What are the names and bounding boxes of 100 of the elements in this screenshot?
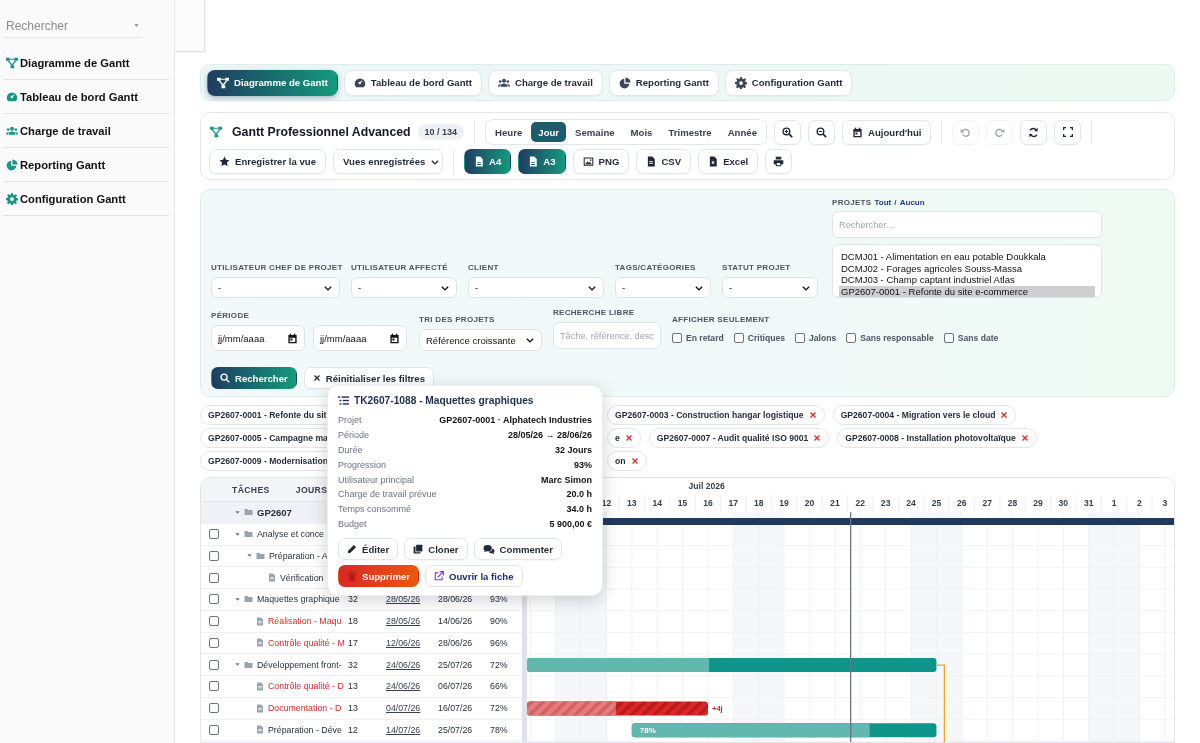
filter-chip[interactable]: GP2607-0007 - Audit qualité ISO 9001 <box>648 428 830 448</box>
tab[interactable]: Reporting Gantt <box>608 69 719 96</box>
scale-tab[interactable]: Semaine <box>568 122 622 142</box>
open-button[interactable]: Ouvrir la fiche <box>425 565 523 588</box>
sort-select[interactable]: Référence croissante <box>419 329 542 351</box>
edit-button[interactable]: Éditer <box>338 538 399 561</box>
checkbox[interactable] <box>208 724 219 735</box>
tab[interactable]: Configuration Gantt <box>724 69 853 96</box>
task-name[interactable]: Contrôle qualité - M <box>268 637 345 648</box>
task-name[interactable]: Analyse et conce <box>257 529 324 540</box>
project-list[interactable]: DCMJ01 - Alimentation en eau potable Doukkala DCMJ02 - Forages agricoles Souss-Massa DCMJ03 - Champ captant industriel Atlas GP2607-0001 - Refonte du site e-commerce <box>832 244 1102 298</box>
date-field[interactable]: jj/mm/aaaa <box>313 325 407 351</box>
save-view-button[interactable]: Enregistrer la vue <box>209 149 327 174</box>
progress-cell: 93% <box>490 594 508 605</box>
start-date-link[interactable]: 14/07/26 <box>386 724 421 735</box>
filter-chip[interactable]: on <box>607 451 647 471</box>
checkbox[interactable] <box>208 681 219 692</box>
filter-chip[interactable]: e <box>607 428 641 448</box>
export-button[interactable]: Excel <box>698 149 759 174</box>
start-date-link[interactable]: 28/05/26 <box>386 616 421 627</box>
checkbox[interactable] <box>208 529 219 540</box>
field-value: 28/05/26 → 28/06/26 <box>507 430 592 441</box>
select-all-link[interactable]: Tout <box>874 198 892 207</box>
project-option[interactable]: DCMJ01 - Alimentation en eau potable Doukkala <box>839 251 1095 263</box>
checkbox[interactable] <box>208 659 219 670</box>
sidebar-item[interactable]: Diagramme de Gantt <box>4 46 169 80</box>
delete-button[interactable]: Supprimer <box>338 565 419 588</box>
export-button[interactable]: PNG <box>572 149 630 174</box>
start-date-link[interactable]: 24/06/26 <box>386 659 421 670</box>
checkbox[interactable] <box>208 703 219 714</box>
checkbox[interactable] <box>943 333 954 343</box>
zoom-out-button[interactable] <box>807 119 835 145</box>
scale-tab[interactable]: Heure <box>488 122 530 142</box>
filter-chip[interactable]: GP2607-0008 - Installation photovoltaïque <box>837 428 1037 448</box>
checkbox[interactable] <box>846 333 857 343</box>
refresh-button[interactable] <box>1020 119 1048 145</box>
export-button[interactable]: A3 <box>518 149 566 174</box>
fullscreen-button[interactable] <box>1054 119 1082 145</box>
sidebar-item[interactable]: Reporting Gantt <box>4 148 169 182</box>
export-button[interactable]: CSV <box>636 149 692 174</box>
task-bar[interactable] <box>527 658 937 673</box>
task-bar[interactable] <box>527 701 708 716</box>
zoom-in-button[interactable] <box>773 119 801 145</box>
select-field[interactable]: - <box>468 277 604 298</box>
sidebar-item[interactable]: Configuration Gantt <box>4 182 169 216</box>
sidebar-item[interactable]: Charge de travail <box>4 114 169 148</box>
project-option[interactable]: DCMJ03 - Champ captant industriel Atlas <box>839 274 1095 286</box>
search-button[interactable]: Rechercher <box>211 367 297 389</box>
checkbox[interactable] <box>208 594 219 605</box>
saved-views-dropdown[interactable]: Vues enregistrées <box>333 149 444 174</box>
checkbox[interactable] <box>208 616 219 627</box>
print-button[interactable] <box>765 149 793 174</box>
task-name[interactable]: Préparation - Déve <box>268 724 342 735</box>
task-name[interactable]: GP2607 <box>257 506 292 518</box>
select-field[interactable]: - <box>722 277 818 298</box>
field-label: Charge de travail prévue <box>338 489 437 500</box>
sidebar-item[interactable]: Tableau de bord Gantt <box>4 80 169 114</box>
select-field[interactable]: - <box>211 277 340 298</box>
checkbox[interactable] <box>733 333 744 343</box>
select-none-link[interactable]: Aucun <box>899 198 925 207</box>
tab[interactable]: Charge de travail <box>487 69 603 96</box>
tab[interactable]: Diagramme de Gantt <box>207 69 338 96</box>
scale-tab[interactable]: Jour <box>531 122 567 142</box>
start-date-link[interactable]: 28/05/26 <box>386 594 421 605</box>
filter-chip[interactable]: GP2607-0004 - Migration vers le cloud <box>832 405 1017 425</box>
checkbox[interactable] <box>672 333 682 343</box>
folder-icon <box>244 530 253 539</box>
tab[interactable]: Tableau de bord Gantt <box>343 69 482 96</box>
task-name[interactable]: Développement front- <box>257 659 342 670</box>
scale-tab[interactable]: Trimestre <box>661 122 719 142</box>
export-button[interactable]: A4 <box>464 149 512 174</box>
filter-chip[interactable]: GP2607-0003 - Construction hangar logistique <box>607 405 825 425</box>
clone-button[interactable]: Cloner <box>404 538 468 561</box>
checkbox[interactable] <box>208 572 219 583</box>
start-date-link[interactable]: 12/06/26 <box>386 637 421 648</box>
task-name[interactable]: Vérification <box>280 572 324 583</box>
task-name[interactable]: Documentation - D <box>268 703 342 714</box>
end-date-cell: 16/07/26 <box>438 703 473 714</box>
checkbox[interactable] <box>208 550 219 561</box>
task-name[interactable]: Préparation - A <box>269 550 328 561</box>
progress-cell: 96% <box>490 637 508 648</box>
scale-tab[interactable]: Année <box>720 122 764 142</box>
duration-cell: 32 <box>348 594 358 605</box>
task-name[interactable]: Réalisation - Maqu <box>268 616 342 627</box>
date-field[interactable]: jj/mm/aaaa <box>211 325 305 351</box>
project-option[interactable]: GP2607-0001 - Refonte du site e-commerce <box>839 285 1095 297</box>
comment-button[interactable]: Commenter <box>473 538 562 561</box>
today-button[interactable]: Aujourd'hui <box>841 119 932 145</box>
project-option[interactable]: DCMJ02 - Forages agricoles Souss-Massa <box>839 262 1095 274</box>
task-name[interactable]: Contrôle qualité - D <box>268 681 344 692</box>
progress-cell: 90% <box>490 616 508 627</box>
task-name[interactable]: Maquettes graphique <box>257 594 340 605</box>
checkbox[interactable] <box>795 333 805 343</box>
select-field[interactable]: - <box>615 277 711 298</box>
checkbox[interactable] <box>208 637 219 648</box>
select-field[interactable]: - <box>351 277 457 298</box>
start-date-link[interactable]: 24/06/26 <box>386 681 421 692</box>
task-bar[interactable] <box>631 723 937 738</box>
start-date-link[interactable]: 04/07/26 <box>386 703 421 714</box>
scale-tab[interactable]: Mois <box>623 122 660 142</box>
